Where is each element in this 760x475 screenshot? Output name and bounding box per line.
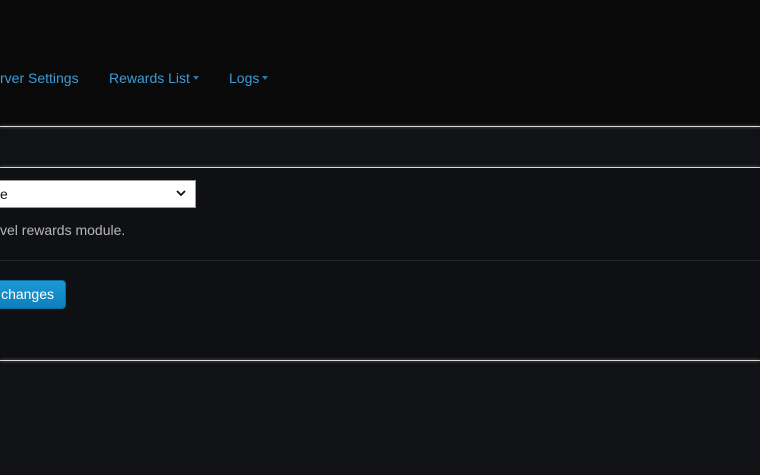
- nav-item-rewards-list[interactable]: Rewards List: [109, 68, 199, 88]
- form-separator: [0, 260, 760, 261]
- nav-item-logs[interactable]: Logs: [229, 68, 269, 88]
- nav-item-label: rver Settings: [0, 70, 79, 86]
- top-navbar: rver Settings Rewards List Logs: [0, 0, 760, 126]
- caret-down-icon: [192, 76, 199, 81]
- select-value: e: [0, 186, 8, 202]
- caret-down-icon: [262, 76, 269, 81]
- divider-panel-bottom: [0, 360, 760, 361]
- nav-item-label: Logs: [229, 70, 260, 86]
- divider-top: [0, 126, 760, 127]
- nav-item-server-settings[interactable]: rver Settings: [0, 68, 79, 88]
- help-text: vel rewards module.: [0, 222, 126, 238]
- save-changes-button[interactable]: changes: [0, 280, 66, 309]
- module-select[interactable]: e: [0, 180, 196, 208]
- chevron-down-icon: [176, 190, 186, 197]
- nav-item-label: Rewards List: [109, 70, 190, 86]
- save-button-label: changes: [1, 286, 54, 302]
